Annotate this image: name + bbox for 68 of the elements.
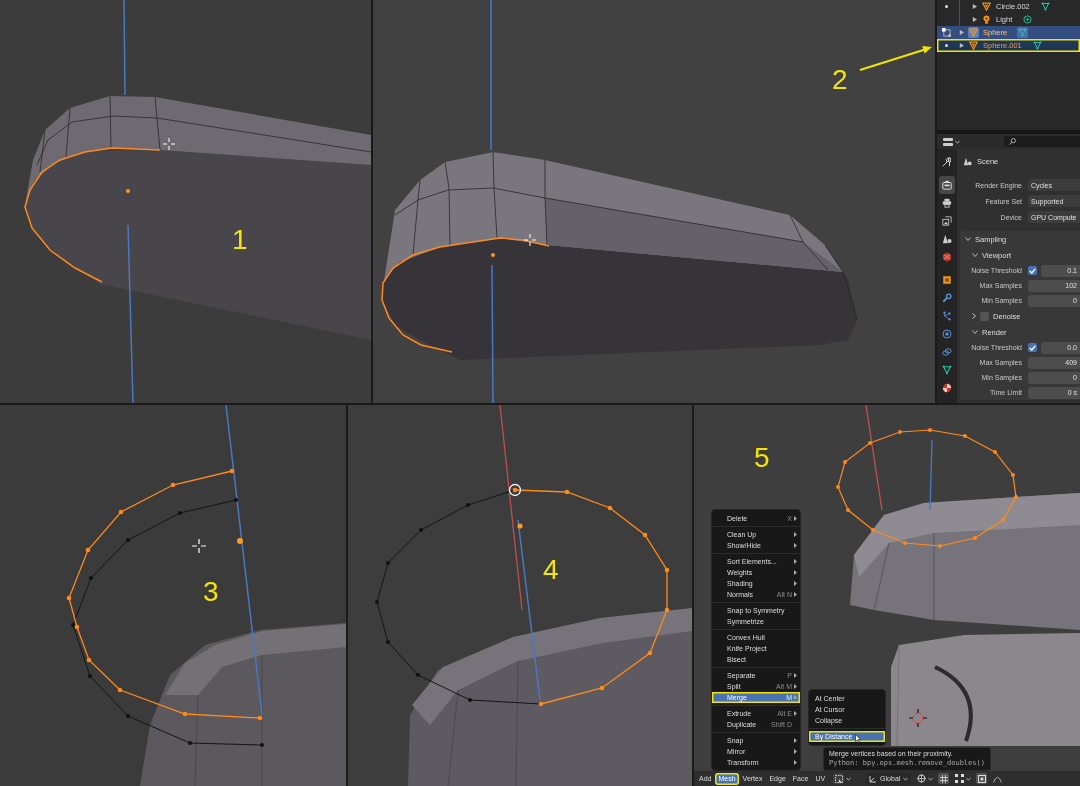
dot-icon[interactable] xyxy=(944,5,948,8)
checkbox[interactable] xyxy=(980,311,989,321)
camera-icon xyxy=(942,180,952,190)
cursor-target-icon xyxy=(908,708,928,728)
inverted-triangle-icon xyxy=(968,27,979,38)
caret-icon[interactable] xyxy=(955,139,960,144)
globe-icon xyxy=(942,252,952,262)
caret-icon[interactable] xyxy=(966,776,972,781)
checkmark-icon xyxy=(1029,344,1036,351)
inverted-triangle-icon xyxy=(981,1,992,12)
disclosure-triangle-icon[interactable] xyxy=(959,30,964,35)
triangle-vertices-icon xyxy=(1039,1,1051,12)
four-squares-icon[interactable] xyxy=(955,774,965,783)
dot-icon xyxy=(491,253,495,257)
mouse-pointer-icon xyxy=(855,734,861,743)
crosshair-icon xyxy=(162,137,176,151)
image-stack-icon xyxy=(942,216,952,226)
select-box-icon xyxy=(834,774,843,783)
step-number: 5 xyxy=(754,444,770,472)
step-number: 2 xyxy=(832,66,848,94)
step-number: 3 xyxy=(203,578,219,606)
caret-icon[interactable] xyxy=(846,776,852,781)
crosshair-circle-icon[interactable] xyxy=(917,774,927,783)
checkbox[interactable] xyxy=(1028,266,1037,275)
step-number: 4 xyxy=(543,556,559,584)
disclosure-triangle-icon[interactable] xyxy=(972,4,977,9)
disclosure-triangle-icon[interactable] xyxy=(959,43,964,48)
dot-icon xyxy=(517,523,523,529)
crosshair-icon xyxy=(191,538,207,554)
square-icon xyxy=(942,275,952,285)
tools-icon xyxy=(942,157,952,167)
circle-marker-icon xyxy=(508,483,522,497)
link-icon xyxy=(942,347,952,357)
square-dot-icon xyxy=(977,774,986,783)
icon-button[interactable] xyxy=(833,773,845,784)
caret-icon xyxy=(903,776,909,781)
properties-tab[interactable] xyxy=(939,176,955,194)
search-field[interactable] xyxy=(1004,136,1080,147)
checkbox[interactable] xyxy=(1028,343,1037,352)
grid-icon xyxy=(939,774,948,783)
caret-icon[interactable] xyxy=(928,776,934,781)
dot-icon xyxy=(126,189,130,193)
wrench-icon xyxy=(942,293,952,303)
triangle-vertices-icon xyxy=(942,365,952,375)
panel-stack-icon[interactable] xyxy=(943,137,953,146)
dot-icon[interactable] xyxy=(944,44,948,47)
printer-icon xyxy=(942,198,952,208)
bulb-icon xyxy=(981,14,992,25)
toggle-button[interactable] xyxy=(938,773,950,784)
arc-icon[interactable] xyxy=(993,774,1003,783)
search-icon xyxy=(1009,138,1016,145)
disclosure-triangle-icon[interactable] xyxy=(972,17,977,22)
triangle-vertices-icon xyxy=(1031,40,1043,51)
triangle-vertices-icon xyxy=(1017,27,1029,38)
axis-line xyxy=(929,439,933,511)
dot-icon xyxy=(237,538,243,544)
step-number: 1 xyxy=(232,226,248,254)
axes-icon xyxy=(869,774,878,783)
orbit-icon xyxy=(942,329,952,339)
checker-sphere-icon xyxy=(942,383,952,393)
nodes-icon xyxy=(942,311,952,321)
vertex-square-icon[interactable] xyxy=(941,28,951,37)
checkmark-icon xyxy=(1029,267,1036,274)
ring-dot-icon xyxy=(1022,14,1034,25)
inverted-triangle-icon xyxy=(968,40,979,51)
toggle-button[interactable] xyxy=(976,773,988,784)
crosshair-icon xyxy=(523,233,537,247)
cone-sphere-icon xyxy=(942,234,952,244)
